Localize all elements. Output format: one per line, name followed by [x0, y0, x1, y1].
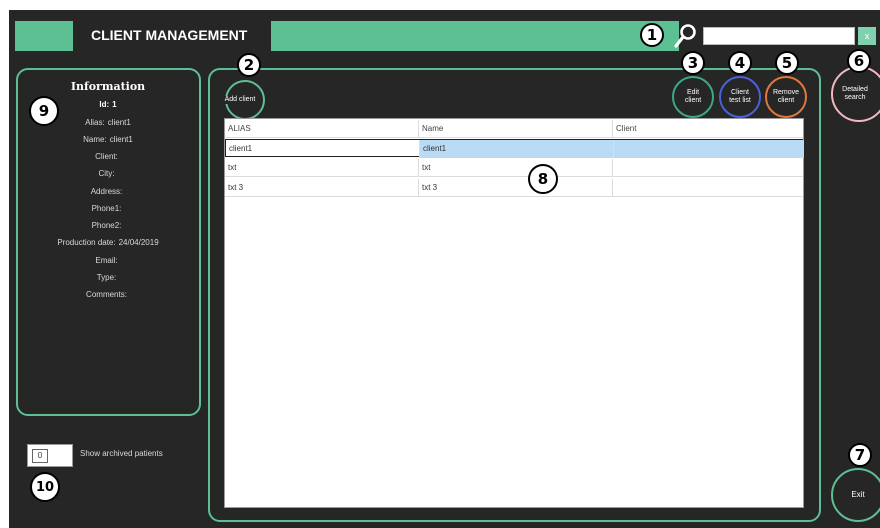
- client-table[interactable]: ALIAS Name Client client1 client1 txt tx…: [224, 118, 804, 508]
- info-label: Email:: [95, 256, 118, 265]
- column-header-client[interactable]: Client: [613, 120, 803, 138]
- info-value: client1: [107, 118, 131, 127]
- column-header-alias[interactable]: ALIAS: [225, 120, 419, 138]
- info-label: Type:: [96, 273, 117, 282]
- column-header-name[interactable]: Name: [419, 120, 613, 138]
- info-row: Phone1:: [18, 204, 198, 213]
- cell-alias: client1: [226, 140, 420, 158]
- info-label: Client:: [95, 152, 118, 161]
- callout-9: 9: [29, 96, 59, 126]
- info-label: Phone1:: [91, 204, 122, 213]
- table-row[interactable]: txt txt: [225, 159, 803, 177]
- info-row: Type:: [18, 273, 198, 282]
- cell-client: [614, 140, 804, 158]
- search-input[interactable]: [703, 27, 855, 45]
- callout-10: 10: [30, 472, 60, 502]
- info-label: Name:: [83, 135, 107, 144]
- page-title: CLIENT MANAGEMENT: [91, 27, 248, 43]
- remove-client-button[interactable]: Remove client: [765, 76, 807, 118]
- cell-alias: txt: [225, 159, 419, 177]
- info-row: Email:: [18, 256, 198, 265]
- info-row: Address:: [18, 187, 198, 196]
- callout-3: 3: [681, 51, 705, 75]
- header-right-block: [271, 21, 679, 51]
- cell-alias: txt 3: [225, 179, 419, 197]
- information-title: Information: [70, 80, 146, 93]
- client-test-list-button[interactable]: Client test list: [719, 76, 761, 118]
- info-label: Production date:: [57, 238, 116, 247]
- info-row: Production date: 24/04/2019: [18, 238, 198, 247]
- cell-client: [613, 179, 803, 197]
- cell-name: txt 3: [419, 179, 613, 197]
- callout-5: 5: [775, 51, 799, 75]
- info-row: Comments:: [18, 290, 198, 299]
- info-row: Client:: [18, 152, 198, 161]
- info-label: Id:: [99, 100, 110, 109]
- info-label: Address:: [90, 187, 123, 196]
- add-client-button[interactable]: Add client: [224, 80, 265, 120]
- cell-name: txt: [419, 159, 613, 177]
- cell-name: client1: [420, 140, 614, 158]
- callout-8: 8: [528, 164, 558, 194]
- edit-client-label: Edit client: [684, 89, 702, 104]
- clear-search-button[interactable]: x: [858, 27, 876, 45]
- client-test-list-label: Client test list: [729, 89, 751, 104]
- info-label: City:: [98, 169, 115, 178]
- callout-4: 4: [728, 51, 752, 75]
- show-archived-toggle[interactable]: 0: [27, 444, 73, 467]
- exit-button[interactable]: Exit: [831, 468, 880, 522]
- table-row[interactable]: txt 3 txt 3: [225, 179, 803, 197]
- info-value: 24/04/2019: [118, 238, 159, 247]
- detailed-search-label: Detailed search: [842, 86, 868, 101]
- table-header-row: ALIAS Name Client: [225, 120, 803, 138]
- info-label: Alias:: [85, 118, 105, 127]
- edit-client-button[interactable]: Edit client: [672, 76, 714, 118]
- cell-client: [613, 159, 803, 177]
- info-label: Phone2:: [91, 221, 122, 230]
- add-client-label: Add client: [224, 96, 256, 104]
- client-management-window: CLIENT MANAGEMENT x Information Id: 1 Alia…: [9, 10, 880, 528]
- info-row: Phone2:: [18, 221, 198, 230]
- search-icon[interactable]: [674, 21, 698, 51]
- callout-6: 6: [847, 49, 871, 73]
- table-row[interactable]: client1 client1: [225, 139, 804, 158]
- remove-client-label: Remove client: [772, 89, 800, 104]
- callout-7: 7: [848, 443, 872, 467]
- callout-2: 2: [237, 53, 261, 77]
- header-left-block: [15, 21, 73, 51]
- info-row: City:: [18, 169, 198, 178]
- info-value: client1: [109, 135, 133, 144]
- info-label: Comments:: [86, 290, 127, 299]
- info-value: 1: [112, 100, 117, 109]
- exit-label: Exit: [851, 490, 865, 499]
- show-archived-label: Show archived patients: [80, 449, 163, 458]
- callout-1: 1: [640, 23, 664, 47]
- info-row: Name: client1: [18, 135, 198, 144]
- detailed-search-button[interactable]: Detailed search: [831, 66, 880, 122]
- show-archived-toggle-value: 0: [32, 449, 48, 463]
